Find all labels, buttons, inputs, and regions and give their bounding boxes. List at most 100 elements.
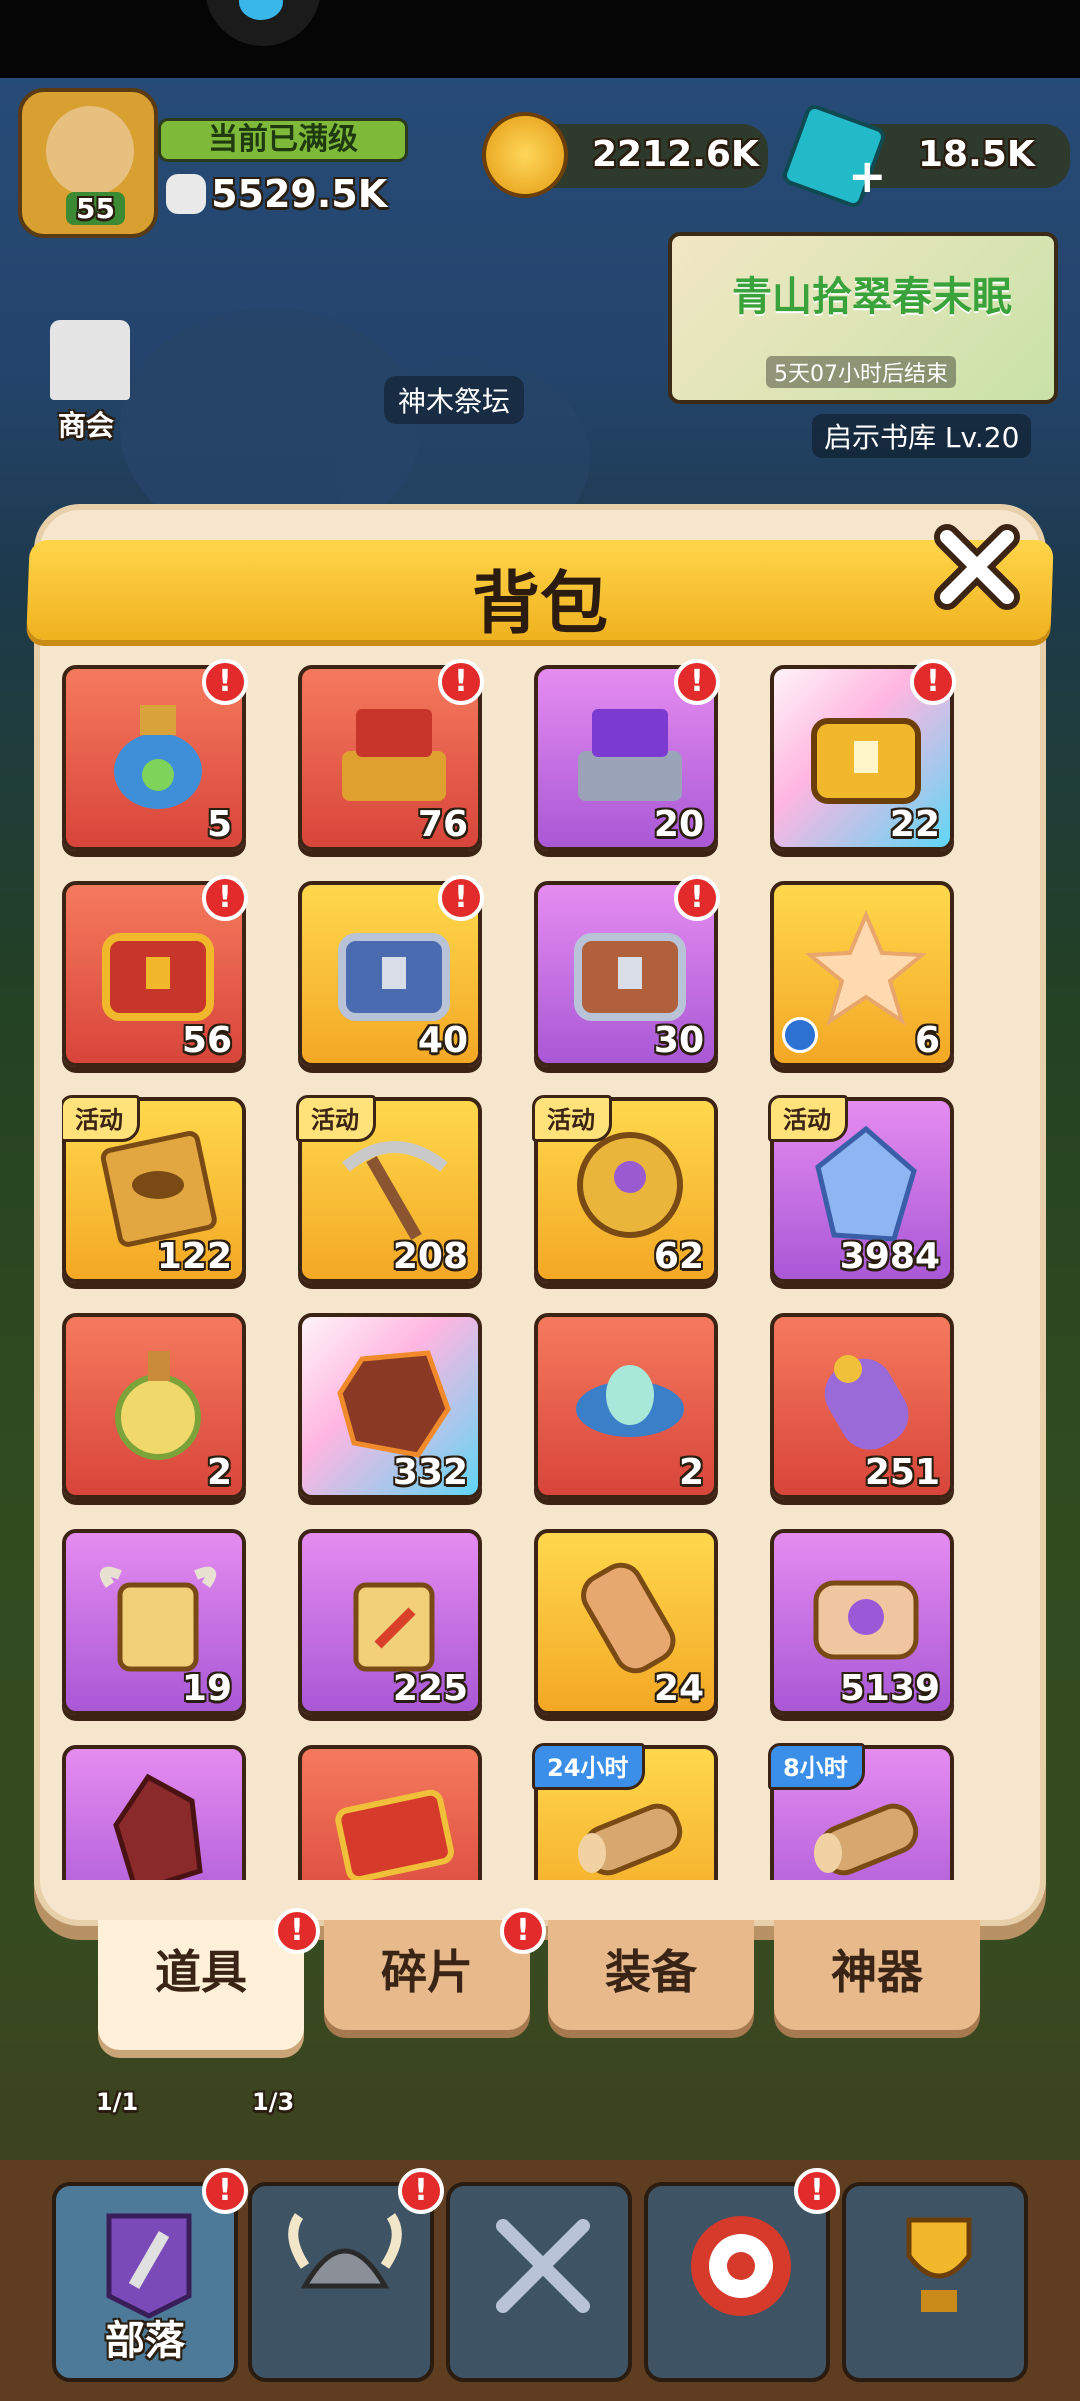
item-tag: 活动 — [768, 1095, 848, 1142]
target-icon — [681, 2206, 801, 2330]
nav-hero-button[interactable]: ! — [248, 2168, 444, 2382]
side-counter-1: 1/1 — [96, 2088, 139, 2116]
inventory-item[interactable]: 225 — [298, 1529, 482, 1715]
inventory-item[interactable]: 5139 — [770, 1529, 954, 1715]
item-count: 76 — [417, 804, 468, 845]
player-level: 55 — [66, 192, 125, 225]
fist-icon — [166, 174, 206, 214]
close-button[interactable] — [932, 522, 1022, 612]
item-count: 6 — [914, 1020, 940, 1061]
inventory-item[interactable]: 76! — [298, 659, 484, 851]
nav-tribe-button[interactable]: 部落! — [52, 2168, 248, 2382]
add-gem-icon[interactable]: + — [848, 153, 887, 199]
inventory-item[interactable]: 2 — [62, 1313, 246, 1499]
nav-trophy-button[interactable] — [842, 2182, 1028, 2382]
nav-battle-button[interactable] — [446, 2182, 632, 2382]
item-count: 40 — [417, 1020, 468, 1061]
inventory-item[interactable]: 24 — [534, 1529, 718, 1715]
shop-house-icon — [50, 320, 130, 400]
bird-logo-icon — [205, 0, 321, 46]
tab-label: 碎片 — [381, 1945, 473, 1999]
item-tag: 8小时 — [768, 1743, 865, 1790]
item-count: 19 — [181, 1668, 232, 1709]
inventory-item[interactable]: 56! — [62, 875, 248, 1067]
lava-rock-icon — [332, 1339, 456, 1463]
red-card-icon — [332, 1771, 456, 1880]
item-tag: 24小时 — [532, 1743, 646, 1790]
inventory-item[interactable]: 6 — [770, 881, 954, 1067]
shop-button[interactable]: 商会 — [44, 320, 136, 442]
bag-title: 背包 — [471, 565, 608, 644]
alert-badge-icon: ! — [398, 2168, 444, 2214]
lotus-icon — [568, 1339, 692, 1463]
purple-scroll-icon — [804, 1339, 928, 1463]
level-status-text: 当前已满级 — [208, 122, 358, 157]
inventory-item[interactable]: 5! — [62, 659, 248, 851]
inventory-item[interactable]: 40! — [298, 875, 484, 1067]
tab-1[interactable]: 碎片! — [324, 1908, 546, 2030]
item-count: 20 — [653, 804, 704, 845]
event-banner[interactable]: 青山拾翠春末眠 5天07小时后结束 — [668, 232, 1058, 404]
inventory-item[interactable]: 62 活动 — [532, 1095, 718, 1283]
horned-scroll-icon — [96, 1555, 220, 1679]
inventory-item[interactable] — [298, 1745, 482, 1880]
inventory-item[interactable]: 122 活动 — [62, 1095, 246, 1283]
coin-counter[interactable]: 2212.6K — [482, 112, 768, 198]
red-book-chest-icon — [332, 691, 456, 815]
crossed-swords-icon — [483, 2206, 603, 2330]
library-label[interactable]: 启示书库 Lv.20 — [812, 414, 1032, 458]
inventory-item[interactable]: 2 — [534, 1313, 718, 1499]
power-display: 5529.5K — [166, 172, 387, 222]
star-icon — [804, 907, 928, 1031]
item-count: 24 — [653, 1668, 704, 1709]
inventory-item[interactable]: 8小时 — [768, 1743, 954, 1880]
inventory-item[interactable]: 251 — [770, 1313, 954, 1499]
altar-label[interactable]: 神木祭坛 — [384, 376, 525, 424]
tab-2[interactable]: 装备 — [548, 1920, 754, 2030]
inventory-item[interactable]: 20! — [534, 659, 720, 851]
tab-3[interactable]: 神器 — [774, 1920, 980, 2030]
tab-label: 道具 — [155, 1945, 247, 1999]
gem-counter[interactable]: + 18.5K — [780, 102, 1070, 210]
alert-badge-icon: ! — [500, 1908, 546, 1954]
inventory-item[interactable]: 19 — [62, 1529, 246, 1715]
red-gem-icon — [96, 1771, 220, 1880]
inventory-item[interactable]: 22! — [770, 659, 956, 851]
horned-sword-scroll-icon — [332, 1555, 456, 1679]
item-count: 5139 — [839, 1668, 940, 1709]
clock-icon — [782, 1017, 818, 1053]
item-count: 2 — [206, 1452, 232, 1493]
alert-badge-icon: ! — [910, 659, 956, 705]
item-count: 2 — [678, 1452, 704, 1493]
player-avatar[interactable]: 55 — [18, 88, 158, 238]
alert-badge-icon: ! — [674, 659, 720, 705]
player-portrait-icon — [46, 106, 134, 196]
potion-vase-icon — [96, 691, 220, 815]
viking-helmet-icon — [285, 2206, 405, 2330]
tab-0[interactable]: 道具! — [98, 1908, 320, 2050]
alert-badge-icon: ! — [202, 875, 248, 921]
inventory-item[interactable]: 30! — [534, 875, 720, 1067]
golden-chest-icon — [804, 691, 928, 815]
elixir-bottle-icon — [96, 1339, 220, 1463]
power-value: 5529.5K — [211, 172, 388, 216]
alert-badge-icon: ! — [438, 659, 484, 705]
inventory-item[interactable]: 3984 活动 — [768, 1095, 954, 1283]
nav-target-button[interactable]: ! — [644, 2168, 840, 2382]
alert-badge-icon: ! — [438, 875, 484, 921]
inventory-item[interactable]: 24小时 — [532, 1743, 718, 1880]
event-title: 青山拾翠春末眠 — [732, 274, 1012, 320]
item-count: 62 — [653, 1236, 704, 1277]
inventory-item[interactable]: 208 活动 — [296, 1095, 482, 1283]
alert-badge-icon: ! — [202, 2168, 248, 2214]
gold-coin-icon — [482, 112, 568, 198]
brown-chest-icon — [568, 907, 692, 1031]
nav-label: 部落 — [105, 2318, 185, 2364]
inventory-item[interactable] — [62, 1745, 246, 1880]
inventory-item[interactable]: 332 — [298, 1313, 482, 1499]
close-icon — [934, 524, 1020, 610]
alert-badge-icon: ! — [274, 1908, 320, 1954]
item-tag: 活动 — [532, 1095, 612, 1142]
item-tag: 活动 — [62, 1095, 140, 1142]
coin-value: 2212.6K — [592, 134, 759, 175]
